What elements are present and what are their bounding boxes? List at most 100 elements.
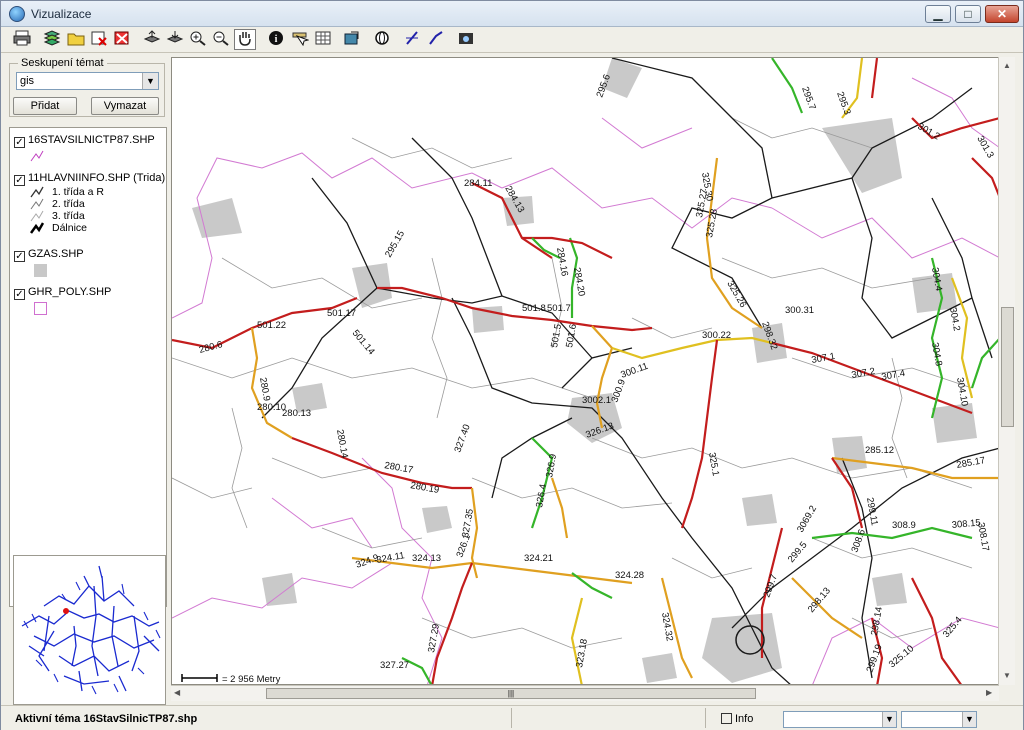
theme-group-select[interactable]: gis ▼ [16,72,159,90]
snapshot-icon[interactable] [455,29,477,50]
road-label: 284.20 [571,267,587,298]
info-icon[interactable]: i [265,29,287,50]
road-label: 3069.2 [795,504,819,535]
layer-name: 16STAVSILNICTP87.SHP [28,134,155,146]
layer-item[interactable]: ✓ 16STAVSILNICTP87.SHP [14,134,155,148]
print-icon[interactable] [11,29,33,50]
vertical-scrollbar[interactable]: ▲ ▼ [998,57,1015,685]
info-label: Info [735,713,754,725]
road-label: 285.12 [865,445,894,456]
road-label: 280.19 [409,480,440,496]
scroll-right-icon[interactable]: ▶ [986,688,992,697]
road-label: 324.21 [524,553,553,564]
layer-name: GHR_POLY.SHP [28,286,112,298]
open-folder-icon[interactable] [65,29,87,50]
layer-legend: ✓ 16STAVSILNICTP87.SHP ✓ 11HLAVNIINFO.SHP … [9,127,167,607]
road-label: 284.11 [464,178,492,189]
status-separator [705,708,706,728]
road-class-2-icon [30,198,44,210]
scroll-up-icon[interactable]: ▲ [1003,61,1011,70]
road-label: 299.11 [864,497,880,527]
layer-checkbox[interactable]: ✓ [14,251,25,262]
select-feature-icon[interactable] [289,29,311,50]
minor-roads [172,117,973,649]
export-map-icon[interactable] [341,29,363,50]
title-bar[interactable]: Vizualizace ▁ □ ✕ [1,1,1023,27]
status-select-1[interactable]: ▼ [783,711,897,728]
clear-button[interactable]: Vymazat [91,97,159,115]
map-view[interactable]: 295.6 284.11 284.13 295.15 284.16 284.20 501.8… [171,57,999,685]
horizontal-scroll-thumb[interactable]: ||| [266,688,756,699]
road-label: 325.28 [704,208,720,239]
delete-theme-icon[interactable] [88,29,110,50]
road-label: 327.27 [380,660,409,671]
globe-icon[interactable] [371,29,393,50]
overview-map[interactable] [13,555,166,705]
road-label: 326.9 [544,453,559,478]
layer-down-icon[interactable] [164,29,186,50]
layer-up-icon[interactable] [141,29,163,50]
road-class-3-icon [30,210,44,222]
road-label: 304.2 [947,307,962,332]
zoom-in-icon[interactable] [187,29,209,50]
delete-all-icon[interactable] [111,29,133,50]
road-label: 3002.1 [582,395,611,406]
close-button[interactable]: ✕ [985,5,1019,23]
minimize-button[interactable]: ▁ [925,5,951,23]
chevron-down-icon[interactable]: ▼ [882,712,896,727]
road-label: 295.15 [383,229,407,260]
layer-checkbox[interactable]: ✓ [14,289,25,300]
road-label: 301.3 [974,134,995,160]
road-label: 327.40 [452,423,472,454]
layer-item[interactable]: ✓ 11HLAVNIINFO.SHP (Trida) [14,172,165,186]
vertical-scroll-thumb[interactable] [1001,307,1014,427]
horizontal-scrollbar[interactable]: ◀ ||| ▶ [171,685,999,701]
road-label: 280.13 [282,408,311,419]
info-checkbox-group[interactable]: Info [721,713,753,725]
status-select-2[interactable]: ▼ [901,711,977,728]
measure-line-icon[interactable] [401,29,423,50]
road-label: 325.10 [887,643,916,670]
scroll-down-icon[interactable]: ▼ [1003,671,1011,680]
info-checkbox[interactable] [721,713,732,724]
layers-icon[interactable] [41,29,63,50]
road-label: 326.4 [534,483,549,508]
scale-bar: = 2 956 Metry [181,674,281,684]
road-label: 308.17 [975,522,991,553]
layer-item[interactable]: ✓ GHR_POLY.SHP [14,286,111,300]
road-label: 304.8 [929,342,944,367]
road-label: 501.5 [549,323,564,348]
road-label: 324.13 [412,553,441,564]
chevron-down-icon[interactable]: ▼ [962,712,976,727]
road-label: 300.9 [609,378,627,404]
road-label: 501.14 [350,328,377,357]
road-label: 295.3 [834,90,852,116]
maximize-button[interactable]: □ [955,5,981,23]
attribute-table-icon[interactable] [312,29,334,50]
zoom-out-icon[interactable] [210,29,232,50]
road-label: 307.4 [881,368,906,383]
theme-group-label: Seskupení témat [18,57,107,69]
svg-text:i: i [275,34,278,45]
road-label: 285.17 [956,455,987,471]
road-label: 501.6 [564,323,579,348]
road-label: 323.18 [574,638,590,669]
pan-hand-icon[interactable] [234,29,256,50]
polygon-fill-gray-icon [34,264,47,277]
layer-checkbox[interactable]: ✓ [14,137,25,148]
road-label: 501.7 [547,303,571,314]
road-label: 325.1 [706,452,721,477]
draw-line-icon[interactable] [425,29,447,50]
theme-group-value: gis [20,75,35,87]
scroll-left-icon[interactable]: ◀ [174,688,180,697]
road-label: 308.6 [849,528,867,554]
road-label: 299.5 [786,540,810,565]
add-button[interactable]: Přidat [13,97,77,115]
road-label: 324.28 [615,570,644,581]
chevron-down-icon[interactable]: ▼ [142,73,158,89]
road-class-label: 1. třída a R [52,186,104,198]
map-canvas[interactable]: 295.6284.11284.13295.15284.16284.20501.8… [172,58,999,685]
layer-checkbox[interactable]: ✓ [14,175,25,186]
layer-item[interactable]: ✓ GZAS.SHP [14,248,84,262]
layer-name: GZAS.SHP [28,248,84,260]
